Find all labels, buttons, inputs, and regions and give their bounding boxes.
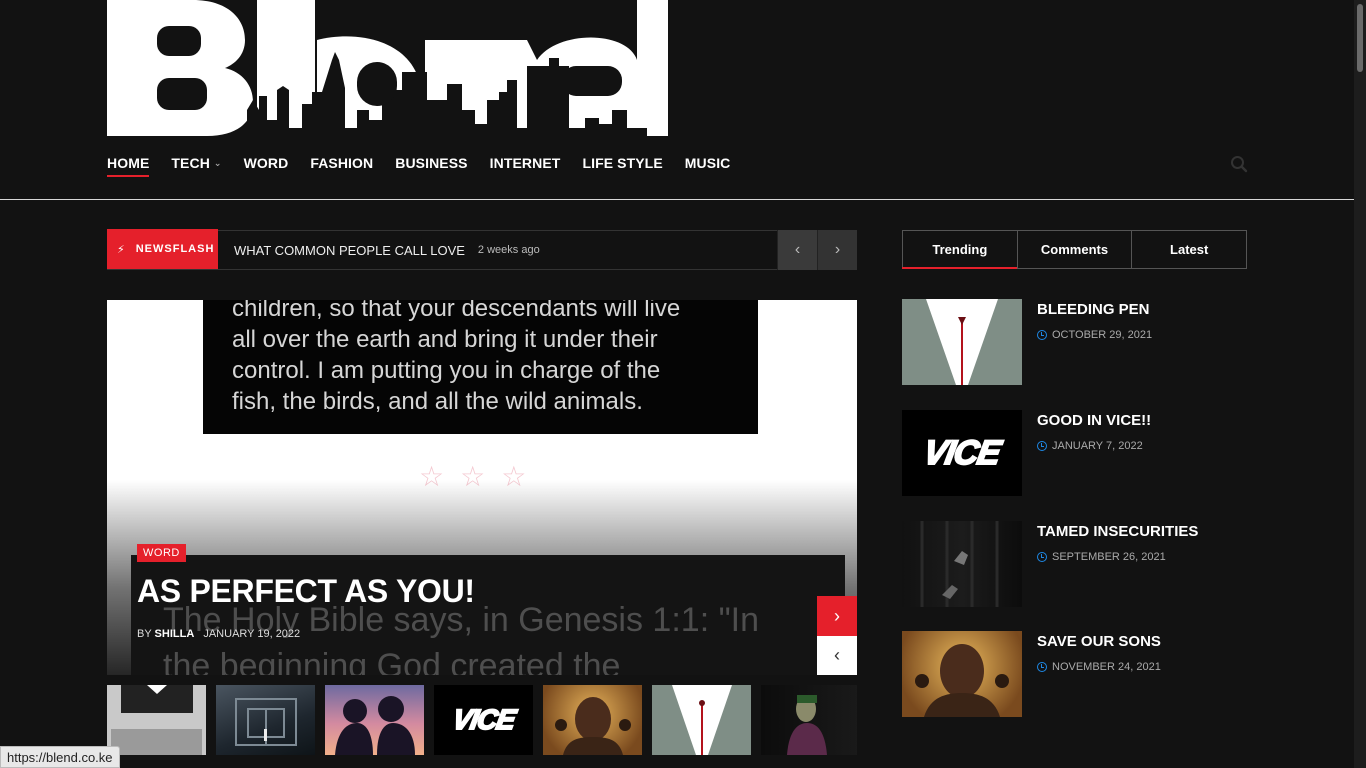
newsflash-label: ⚡︎ NEWSFLASH	[107, 229, 218, 269]
slider-thumbnail[interactable]	[216, 685, 315, 755]
vice-logo-text: VICE	[920, 433, 1004, 473]
chevron-right-icon: ›	[834, 241, 841, 258]
nav-item-label: TECH	[171, 155, 210, 171]
newsflash-prev-button[interactable]: ‹	[777, 230, 817, 270]
status-url: https://blend.co.ke	[7, 749, 113, 765]
slider-thumbnail[interactable]: VICE	[434, 685, 533, 755]
hero-title[interactable]: AS PERFECT AS YOU!	[137, 573, 475, 610]
newsflash-next-button[interactable]: ›	[817, 230, 857, 270]
newsflash-controls: ‹ ›	[777, 230, 857, 270]
hero-image-line: all over the earth and bring it under th…	[232, 326, 658, 353]
slider-thumbnail[interactable]	[107, 685, 206, 755]
tab-label: Trending	[932, 242, 988, 257]
post-thumbnail[interactable]	[902, 631, 1022, 717]
nav-item-home[interactable]: HOME	[107, 150, 150, 180]
category-badge[interactable]: WORD	[137, 544, 186, 562]
nav-item-music[interactable]: MUSIC	[685, 150, 731, 180]
tab-trending[interactable]: Trending	[902, 231, 1018, 269]
post-title[interactable]: TAMED INSECURITIES	[1037, 523, 1198, 540]
nav-item-internet[interactable]: INTERNET	[490, 150, 561, 180]
hero-image-text: children, so that your descendants will …	[203, 300, 758, 434]
trending-item[interactable]: SAVE OUR SONS NOVEMBER 24, 2021	[902, 631, 1247, 717]
post-date-text: NOVEMBER 24, 2021	[1052, 661, 1161, 673]
clock-icon	[1037, 330, 1047, 340]
nav-item-label: MUSIC	[684, 155, 731, 171]
sidebar-tabs: Trending Comments Latest	[902, 230, 1247, 269]
post-date: OCTOBER 29, 2021	[1037, 329, 1152, 341]
nav-item-fashion[interactable]: FASHION	[310, 150, 373, 180]
page-scrollbar[interactable]	[1354, 0, 1366, 768]
featured-slider[interactable]: children, so that your descendants will …	[107, 300, 857, 675]
clock-icon	[1037, 662, 1047, 672]
post-title[interactable]: BLEEDING PEN	[1037, 301, 1150, 318]
header-divider	[0, 199, 1354, 200]
post-date: JANUARY 7, 2022	[1037, 440, 1143, 452]
post-thumbnail[interactable]: VICE	[902, 410, 1022, 496]
newsflash-time: 2 weeks ago	[477, 244, 540, 256]
trending-item[interactable]: TAMED INSECURITIES SEPTEMBER 26, 2021	[902, 521, 1247, 607]
blend-logo[interactable]	[107, 0, 668, 136]
author-link[interactable]: SHILLA	[155, 628, 195, 640]
lightning-icon: ⚡︎	[117, 243, 126, 256]
nav-item-business[interactable]: BUSINESS	[395, 150, 467, 180]
tab-latest[interactable]: Latest	[1132, 231, 1246, 268]
post-thumbnail[interactable]	[902, 521, 1022, 607]
nav-item-label: INTERNET	[489, 155, 561, 171]
tab-comments[interactable]: Comments	[1018, 231, 1133, 268]
slider-thumbnails: VICE	[107, 685, 857, 755]
chevron-down-icon: ⌄	[213, 158, 222, 168]
post-title[interactable]: GOOD IN VICE!!	[1037, 412, 1151, 429]
hero-image-line: the beginning God created the	[163, 647, 621, 675]
nav-item-label: LIFE STYLE	[582, 155, 663, 171]
slider-prev-button[interactable]: ‹	[817, 636, 857, 675]
post-date: SEPTEMBER 26, 2021	[1037, 551, 1166, 563]
newsflash-ticker: ⚡︎ NEWSFLASH WHAT COMMON PEOPLE CALL LOV…	[107, 229, 857, 270]
clock-icon	[1037, 441, 1047, 451]
newsflash-headline[interactable]: WHAT COMMON PEOPLE CALL LOVE	[234, 243, 465, 258]
chevron-left-icon: ‹	[794, 241, 801, 258]
post-thumbnail[interactable]	[902, 299, 1022, 385]
chevron-left-icon: ‹	[834, 645, 840, 665]
nav-item-label: HOME	[107, 155, 150, 171]
nav-item-label: BUSINESS	[395, 155, 468, 171]
slider-thumbnail[interactable]	[761, 685, 857, 755]
post-date-text: JANUARY 7, 2022	[1052, 440, 1143, 452]
chevron-right-icon: ›	[834, 605, 840, 626]
post-date: JANUARY 19, 2022	[203, 628, 301, 640]
nav-item-word[interactable]: WORD	[244, 150, 289, 180]
scrollbar-thumb[interactable]	[1357, 4, 1363, 72]
hero-image-line: children, so that your descendants will …	[232, 300, 681, 322]
nav-item-label: WORD	[243, 155, 289, 171]
slider-thumbnail[interactable]	[652, 685, 751, 755]
byline-prefix: BY	[137, 628, 152, 640]
slider-next-button[interactable]: ›	[817, 596, 857, 636]
hero-image-line: control. I am putting you in charge of t…	[232, 357, 661, 384]
post-date-text: SEPTEMBER 26, 2021	[1052, 551, 1166, 563]
nav-item-label: FASHION	[310, 155, 374, 171]
search-icon[interactable]	[1230, 155, 1248, 173]
post-date-text: OCTOBER 29, 2021	[1052, 329, 1153, 341]
nav-item-tech[interactable]: TECH ⌄	[171, 150, 221, 180]
clock-icon	[1037, 552, 1047, 562]
tab-label: Comments	[1040, 242, 1109, 257]
browser-status-bar: https://blend.co.ke	[0, 746, 120, 768]
slider-thumbnail[interactable]	[543, 685, 642, 755]
vice-logo-text: VICE	[449, 703, 518, 736]
newsflash-label-text: NEWSFLASH	[135, 243, 215, 255]
hero-image-line: fish, the birds, and all the wild animal…	[232, 388, 643, 415]
main-nav: HOME TECH ⌄ WORD FASHION BUSINESS INTERNE…	[107, 150, 752, 180]
hero-meta: BY SHILLA JANUARY 19, 2022	[137, 628, 300, 640]
tab-label: Latest	[1170, 242, 1209, 257]
post-title[interactable]: SAVE OUR SONS	[1037, 633, 1161, 650]
slider-thumbnail[interactable]	[325, 685, 424, 755]
nav-item-life-style[interactable]: LIFE STYLE	[582, 150, 662, 180]
trending-item[interactable]: BLEEDING PEN OCTOBER 29, 2021	[902, 299, 1247, 385]
trending-item[interactable]: VICE GOOD IN VICE!! JANUARY 7, 2022	[902, 410, 1247, 496]
post-date: NOVEMBER 24, 2021	[1037, 661, 1161, 673]
